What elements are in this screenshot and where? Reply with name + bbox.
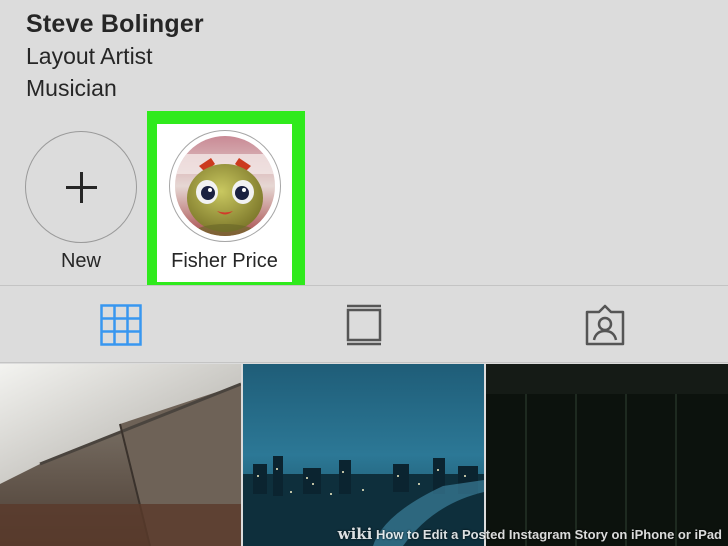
tab-tagged-view[interactable] <box>584 304 626 346</box>
bio-line-2: Musician <box>26 75 117 101</box>
watermark-text: How to Edit a Posted Instagram Story on … <box>376 527 722 542</box>
new-highlight-label: New <box>60 250 101 272</box>
tagged-icon <box>585 304 625 346</box>
story-highlight-label: Fisher Price <box>171 250 278 272</box>
watermark-brand: wiki <box>337 525 373 543</box>
posts-grid <box>0 364 728 546</box>
profile-tab-bar <box>0 285 728 363</box>
post-thumbnail[interactable] <box>486 364 728 546</box>
toy-character-image <box>175 136 275 236</box>
post-image-dark <box>486 364 728 546</box>
new-highlight-button[interactable] <box>25 131 137 243</box>
bio-line-1: Layout Artist <box>26 43 153 69</box>
watermark: wiki How to Edit a Posted Instagram Stor… <box>338 525 722 543</box>
profile-header: Steve Bolinger Layout Artist Musician <box>26 8 204 104</box>
tab-grid-view[interactable] <box>100 304 142 346</box>
post-image-city <box>243 364 484 546</box>
tab-feed-view[interactable] <box>343 304 385 346</box>
post-thumbnail[interactable] <box>0 364 241 546</box>
feed-icon <box>346 304 382 346</box>
profile-name: Steve Bolinger <box>26 10 204 38</box>
grid-icon <box>100 304 142 346</box>
post-image-room <box>0 364 241 546</box>
post-thumbnail[interactable] <box>243 364 484 546</box>
story-highlight-thumbnail[interactable] <box>175 136 275 236</box>
